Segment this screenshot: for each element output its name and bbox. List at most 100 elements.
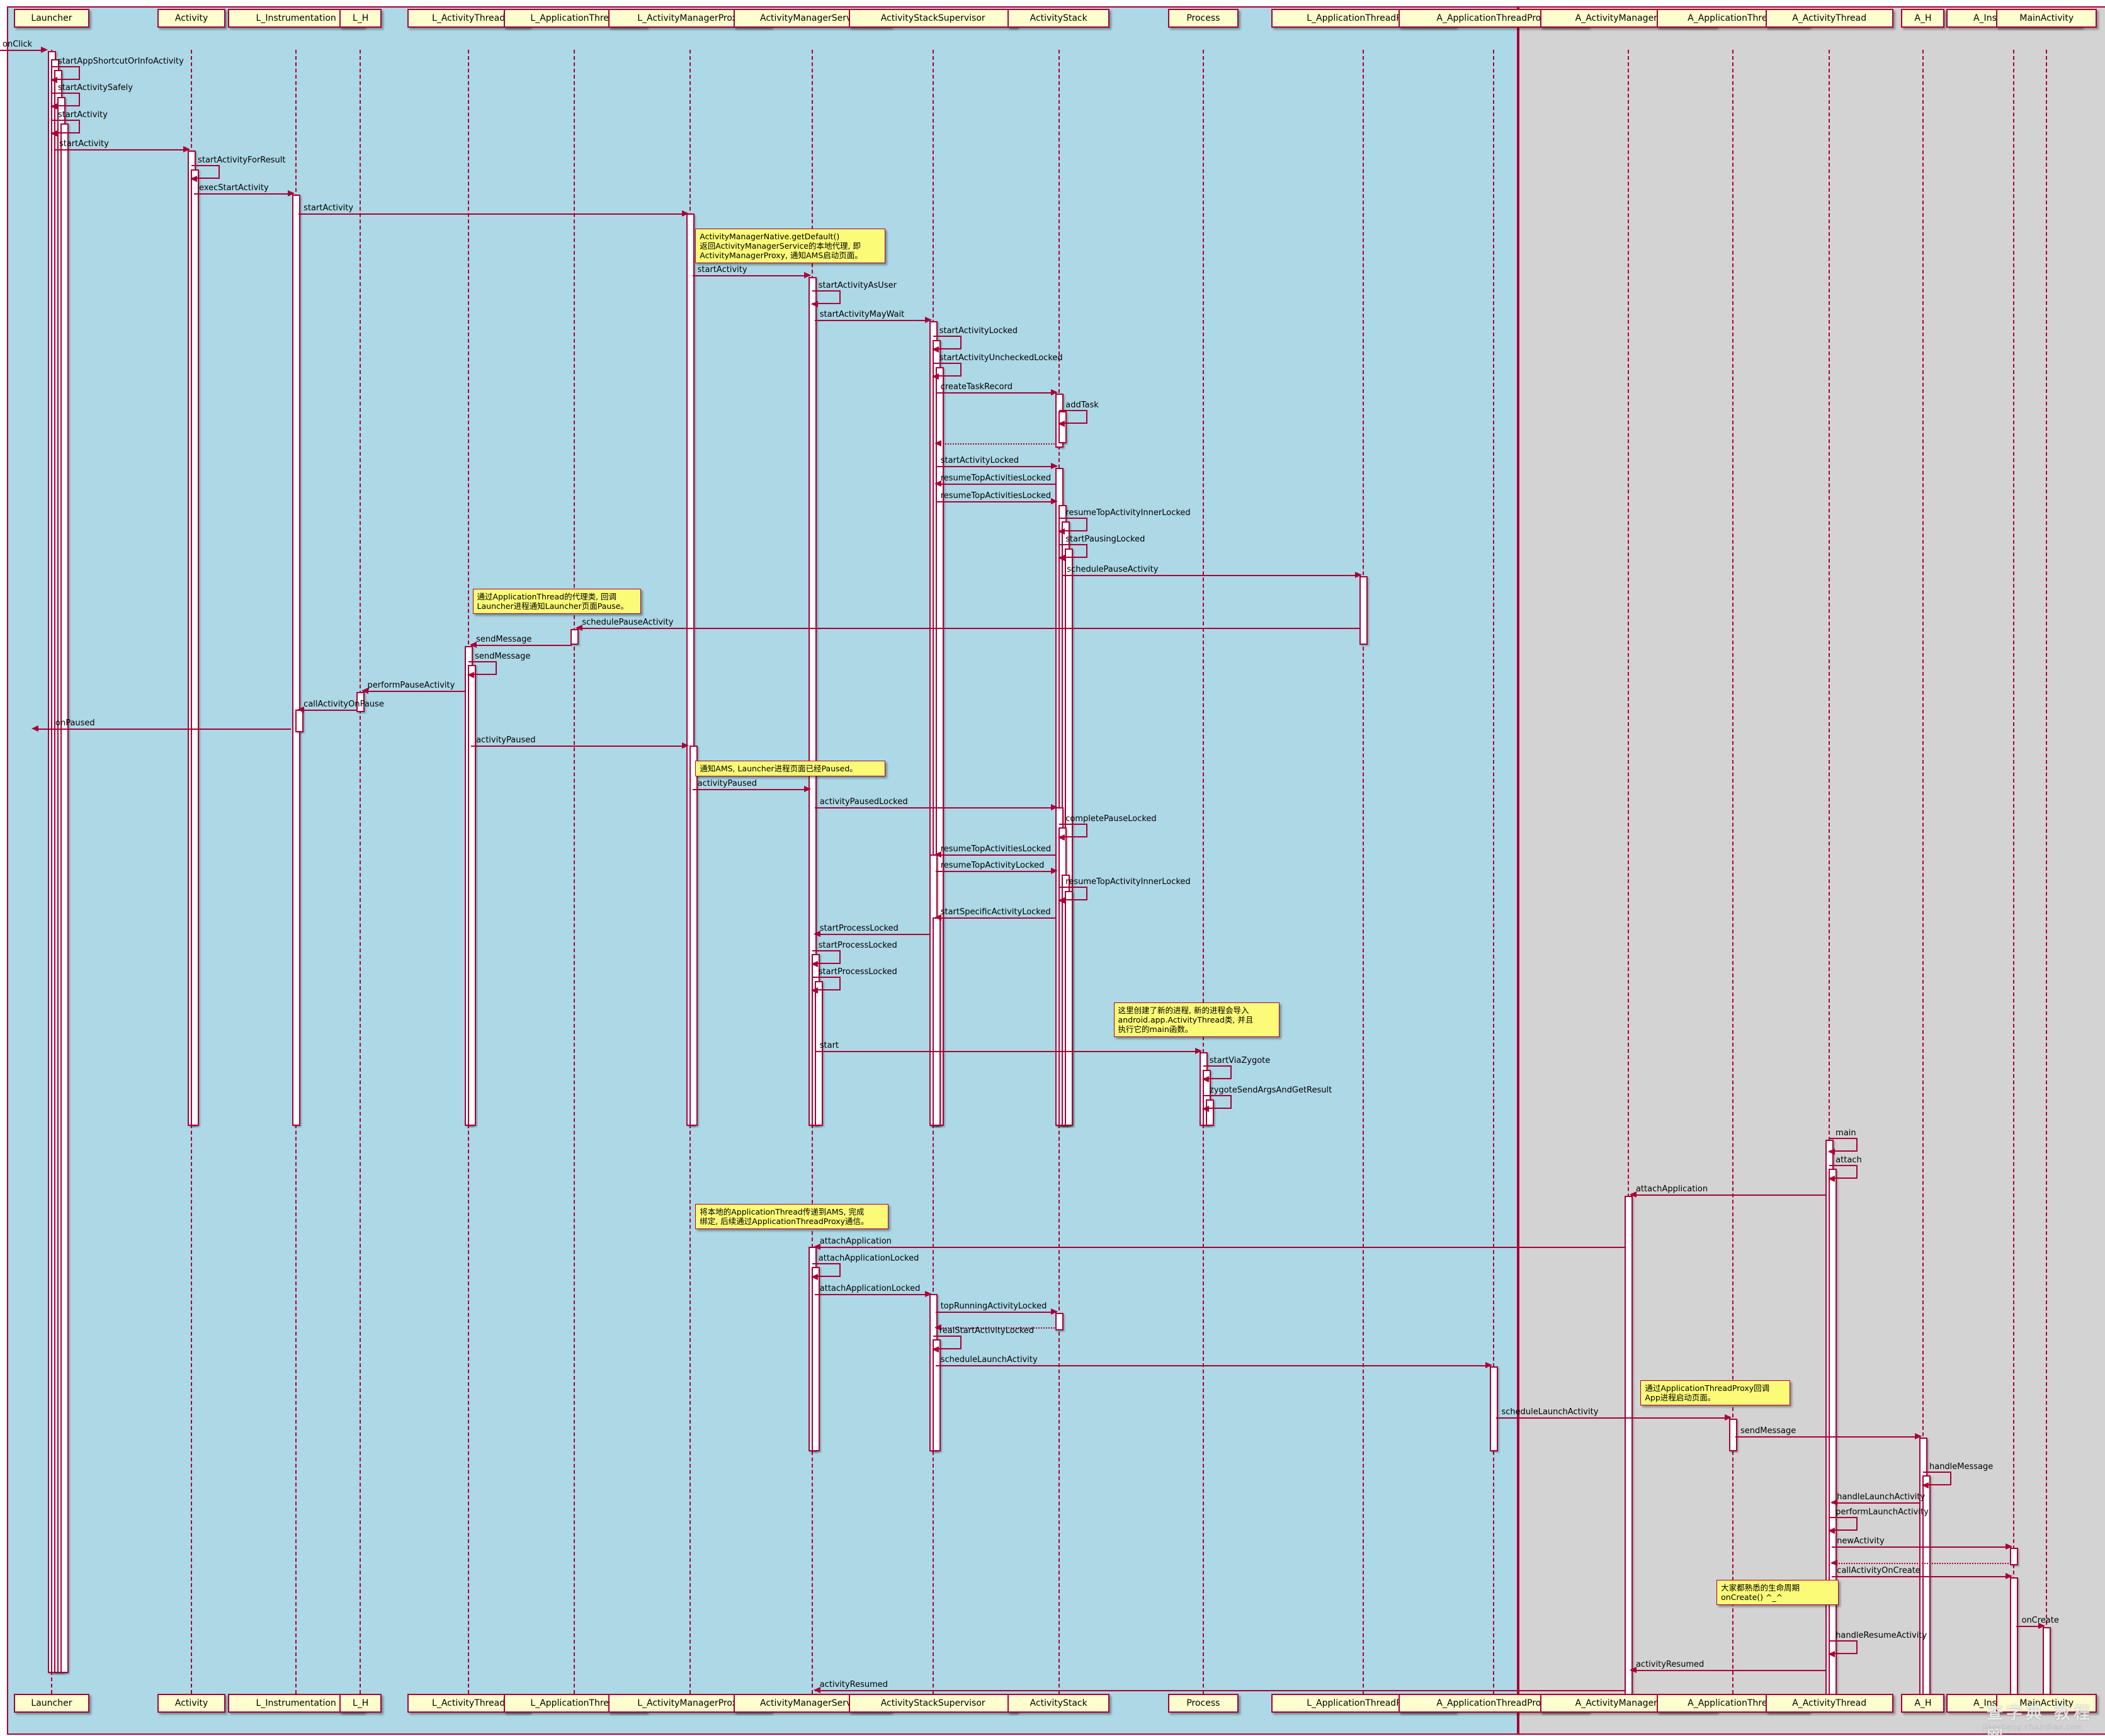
message-label: addTask xyxy=(1065,400,1099,410)
activation-bar xyxy=(295,709,304,732)
message-label: startActivity xyxy=(59,139,109,149)
message-label: schedulePauseActivity xyxy=(582,617,674,627)
message-arrow-head xyxy=(1828,1528,1835,1535)
lifeline-mainact xyxy=(2046,49,2048,1694)
lifeline-process xyxy=(1202,49,1204,1694)
message-label: scheduleLaunchActivity xyxy=(1501,1407,1599,1417)
message-label: attachApplication xyxy=(819,1237,892,1247)
message-arrow-head xyxy=(1485,1362,1493,1369)
message-arrow-head xyxy=(924,1290,932,1297)
message-label: onClick xyxy=(3,39,33,49)
participant-mainact[interactable]: MainActivity xyxy=(1996,9,2097,28)
message-label: main xyxy=(1835,1128,1856,1138)
message-line xyxy=(194,193,294,195)
participant-process[interactable]: Process xyxy=(1167,1694,1239,1713)
message-line xyxy=(54,149,190,150)
message-label: topRunningActivityLocked xyxy=(940,1301,1047,1311)
message-arrow-head xyxy=(1355,572,1363,579)
message-label: activityPaused xyxy=(697,778,757,788)
activation-bar xyxy=(191,169,200,1126)
activation-bar xyxy=(2010,1577,2019,1700)
message-label: resumeTopActivityInnerLocked xyxy=(1065,877,1191,887)
message-arrow-head xyxy=(1201,1076,1209,1083)
message-label: attachApplicationLocked xyxy=(819,1283,921,1293)
message-arrow-head xyxy=(1828,1651,1835,1658)
message-label: startActivity xyxy=(57,110,108,120)
message-line xyxy=(1832,1576,2012,1578)
activation-bar xyxy=(814,980,823,1126)
message-arrow-head xyxy=(1051,389,1058,396)
participant-astack[interactable]: ActivityStack xyxy=(1007,1694,1110,1713)
message-label: attachApplication xyxy=(1635,1184,1708,1194)
message-label: performPauseActivity xyxy=(367,680,455,690)
message-arrow-head xyxy=(2006,1573,2013,1580)
message-line xyxy=(814,1050,1201,1052)
message-arrow-head xyxy=(803,272,811,279)
note-note-attach-application: 将本地的ApplicationThread传递到AMS, 完成 绑定, 后续通过… xyxy=(695,1203,888,1229)
participant-a_actthr[interactable]: A_ActivityThread xyxy=(1765,1694,1893,1713)
message-arrow-head xyxy=(467,671,475,678)
message-arrow-head xyxy=(1914,1433,1922,1440)
message-line xyxy=(471,645,572,647)
message-line xyxy=(1630,1194,1827,1196)
lifeline-l_appthr xyxy=(574,49,576,1694)
message-arrow-head xyxy=(1194,1047,1202,1054)
participant-ass[interactable]: ActivityStackSupervisor xyxy=(848,9,1018,28)
message-arrow-head xyxy=(2006,1543,2013,1550)
message-line xyxy=(471,746,688,747)
participant-process[interactable]: Process xyxy=(1167,9,1239,28)
message-line xyxy=(692,788,810,790)
participant-activity[interactable]: Activity xyxy=(157,1694,225,1713)
participant-launcher[interactable]: Launcher xyxy=(13,1694,90,1713)
message-label: activityResumed xyxy=(1635,1660,1705,1670)
message-arrow-head xyxy=(810,960,818,967)
message-arrow-head xyxy=(183,145,191,152)
message-label: startAppShortcutOrInfoActivity xyxy=(57,56,184,66)
process-box-launcher: Launcher process xyxy=(6,6,1519,1735)
message-label: startActivityAsUser xyxy=(818,280,897,290)
message-arrow-head xyxy=(1921,1482,1929,1489)
message-label: resumeTopActivitiesLocked xyxy=(940,474,1052,484)
message-arrow-head xyxy=(1051,1308,1058,1315)
message-line xyxy=(814,807,1057,809)
message-line xyxy=(814,1293,931,1295)
participant-a_actthr[interactable]: A_ActivityThread xyxy=(1765,9,1893,28)
message-line xyxy=(814,1247,1626,1249)
message-line xyxy=(0,49,45,51)
participant-launcher[interactable]: Launcher xyxy=(13,9,90,28)
participant-activity[interactable]: Activity xyxy=(157,9,225,28)
message-label: startProcessLocked xyxy=(818,967,897,977)
message-label: handleLaunchActivity xyxy=(1837,1492,1926,1502)
participant-l_h[interactable]: L_H xyxy=(339,1694,382,1713)
activation-bar xyxy=(468,665,477,1126)
message-label: handleMessage xyxy=(1929,1461,1994,1472)
message-arrow-head xyxy=(924,316,932,323)
message-line xyxy=(298,213,688,215)
message-label: resumeTopActivitiesLocked xyxy=(940,491,1052,501)
participant-astack[interactable]: ActivityStack xyxy=(1007,9,1110,28)
message-line xyxy=(692,275,810,277)
message-label: activityResumed xyxy=(819,1680,888,1690)
message-arrow-head xyxy=(50,130,57,137)
message-arrow-head xyxy=(810,1273,818,1280)
message-line xyxy=(935,443,1057,445)
message-line xyxy=(935,484,1057,485)
message-arrow-head xyxy=(1058,897,1065,904)
participant-a_h[interactable]: A_H xyxy=(1901,1694,1945,1713)
participant-a_h[interactable]: A_H xyxy=(1901,9,1945,28)
activation-bar xyxy=(1359,576,1368,645)
participant-l_h[interactable]: L_H xyxy=(339,9,382,28)
participant-ass[interactable]: ActivityStackSupervisor xyxy=(848,1694,1018,1713)
message-label: execStartActivity xyxy=(199,183,269,193)
message-label: onPaused xyxy=(55,718,95,728)
message-label: resumeTopActivityInnerLocked xyxy=(1065,508,1191,518)
message-line xyxy=(1832,1502,1921,1504)
message-label: startSpecificActivityLocked xyxy=(940,907,1051,917)
message-label: createTaskRecord xyxy=(940,382,1013,392)
message-arrow-head xyxy=(40,46,48,53)
message-label: startActivityLocked xyxy=(939,326,1018,336)
message-label: onCreate xyxy=(2021,1616,2059,1626)
message-label: startActivityForResult xyxy=(198,156,286,166)
activation-bar xyxy=(60,123,69,1673)
message-line xyxy=(814,1690,1626,1692)
